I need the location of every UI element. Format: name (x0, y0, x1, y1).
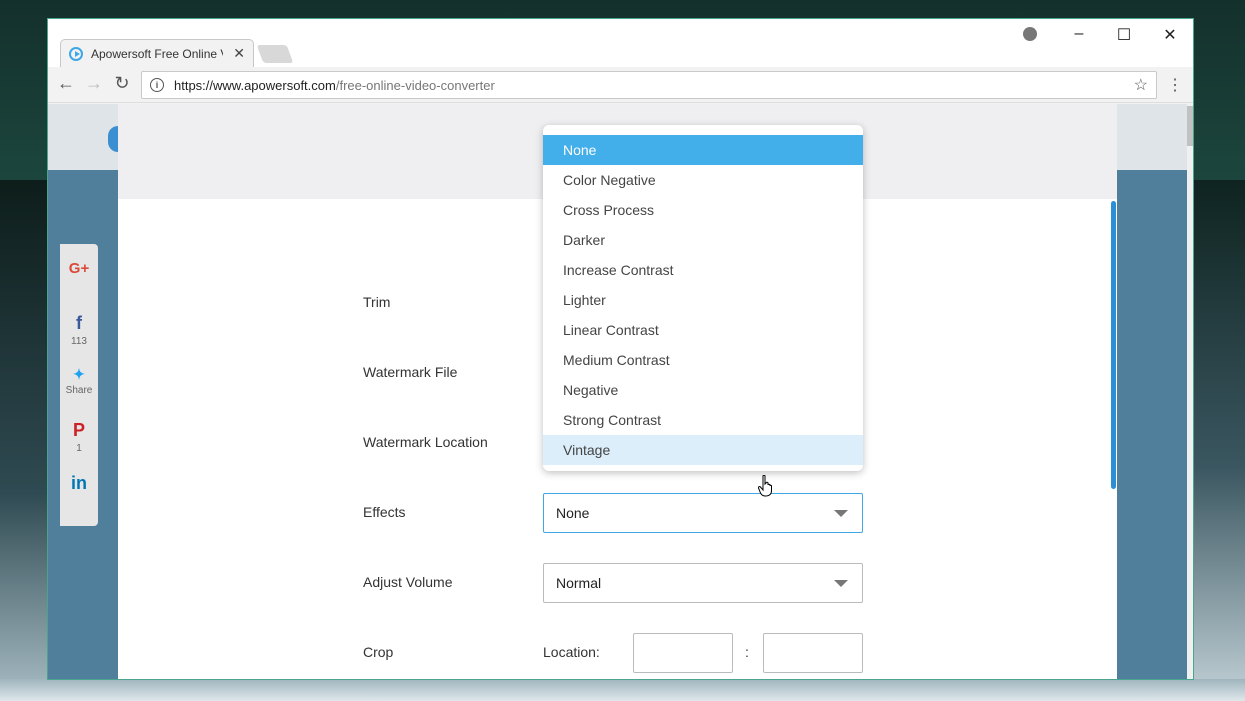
facebook-count: 113 (71, 336, 87, 348)
crop-label: Crop (363, 644, 394, 660)
page-scrollbar[interactable] (1187, 104, 1193, 679)
tab-title: Apowersoft Free Online V (91, 46, 223, 61)
forward-arrow-icon[interactable]: → (82, 73, 106, 94)
pinterest-icon: P (72, 419, 85, 440)
effects-dropdown-list: None Color Negative Cross Process Darker… (543, 125, 863, 471)
google-plus-icon: G+ (68, 260, 90, 277)
url-text: https://www.apowersoft.com/free-online-v… (174, 78, 495, 93)
page-scrollbar-thumb[interactable] (1187, 106, 1193, 146)
watermark-location-label: Watermark Location (363, 434, 488, 450)
address-bar[interactable]: i https://www.apowersoft.com/free-online… (141, 71, 1157, 99)
effects-option-lighter[interactable]: Lighter (543, 285, 863, 315)
share-linkedin[interactable]: in (71, 473, 87, 514)
trim-label: Trim (363, 294, 391, 310)
share-facebook[interactable]: f 113 (71, 313, 87, 354)
effects-option-negative[interactable]: Negative (543, 375, 863, 405)
desktop-wallpaper-left (0, 180, 48, 701)
share-google-plus[interactable]: G+ (69, 260, 89, 301)
effects-option-none[interactable]: None (543, 135, 863, 165)
effects-option-cross-process[interactable]: Cross Process (543, 195, 863, 225)
adjust-volume-label: Adjust Volume (363, 574, 453, 590)
share-twitter[interactable]: ✦ Share (66, 366, 93, 407)
twitter-count: Share (65, 385, 93, 397)
chevron-down-icon (834, 580, 848, 587)
browser-window: Apowersoft Free Online V ✕ – ☐ ✕ ← → ↻ i… (47, 18, 1194, 680)
desktop-wallpaper-right (1193, 180, 1245, 701)
effects-option-linear-contrast[interactable]: Linear Contrast (543, 315, 863, 345)
effects-option-color-negative[interactable]: Color Negative (543, 165, 863, 195)
crop-y-input[interactable] (763, 633, 863, 673)
chevron-down-icon (834, 510, 848, 517)
pinterest-count: 1 (76, 442, 82, 454)
apowersoft-favicon-icon (69, 46, 83, 61)
browser-menu-icon[interactable]: ⋮ (1167, 75, 1183, 95)
site-info-icon[interactable]: i (150, 78, 164, 92)
adjust-volume-value: Normal (556, 575, 602, 591)
url-path: /free-online-video-converter (335, 77, 495, 93)
adjust-volume-select[interactable]: Normal (543, 563, 863, 603)
effects-label: Effects (363, 504, 406, 520)
share-pinterest[interactable]: P 1 (73, 420, 85, 461)
maximize-button[interactable]: ☐ (1112, 25, 1136, 45)
social-share-bar: G+ f 113 ✦ Share P 1 in (60, 244, 98, 526)
close-window-button[interactable]: ✕ (1158, 25, 1182, 45)
linkedin-icon: in (71, 472, 87, 493)
crop-location-label: Location: (543, 644, 600, 660)
facebook-icon: f (75, 313, 82, 334)
crop-x-input[interactable] (633, 633, 733, 673)
minimize-button[interactable]: – (1067, 25, 1091, 43)
dialog-scrollbar-thumb[interactable] (1111, 201, 1116, 489)
effects-select[interactable]: None (543, 493, 863, 533)
effects-option-increase-contrast[interactable]: Increase Contrast (543, 255, 863, 285)
effects-option-vintage[interactable]: Vintage (543, 435, 863, 465)
title-bar: Apowersoft Free Online V ✕ – ☐ ✕ (48, 19, 1193, 67)
effects-option-strong-contrast[interactable]: Strong Contrast (543, 405, 863, 435)
effects-value: None (556, 505, 590, 521)
desktop-wallpaper-bottom (0, 679, 1245, 701)
tab-close-icon[interactable]: ✕ (233, 45, 245, 62)
reload-icon[interactable]: ↻ (110, 73, 134, 94)
hand-cursor-icon (758, 475, 772, 497)
back-arrow-icon[interactable]: ← (54, 73, 78, 94)
profile-icon[interactable] (1023, 27, 1037, 41)
crop-separator: : (745, 644, 749, 660)
browser-toolbar: ← → ↻ i https://www.apowersoft.com/free-… (48, 67, 1193, 103)
url-host: https://www.apowersoft.com (174, 77, 336, 93)
twitter-icon: ✦ (73, 366, 85, 383)
watermark-file-label: Watermark File (363, 364, 458, 380)
new-tab-button[interactable] (256, 45, 294, 63)
effects-option-medium-contrast[interactable]: Medium Contrast (543, 345, 863, 375)
bookmark-star-icon[interactable]: ☆ (1134, 75, 1148, 95)
browser-tab[interactable]: Apowersoft Free Online V ✕ (60, 39, 254, 67)
effects-option-darker[interactable]: Darker (543, 225, 863, 255)
